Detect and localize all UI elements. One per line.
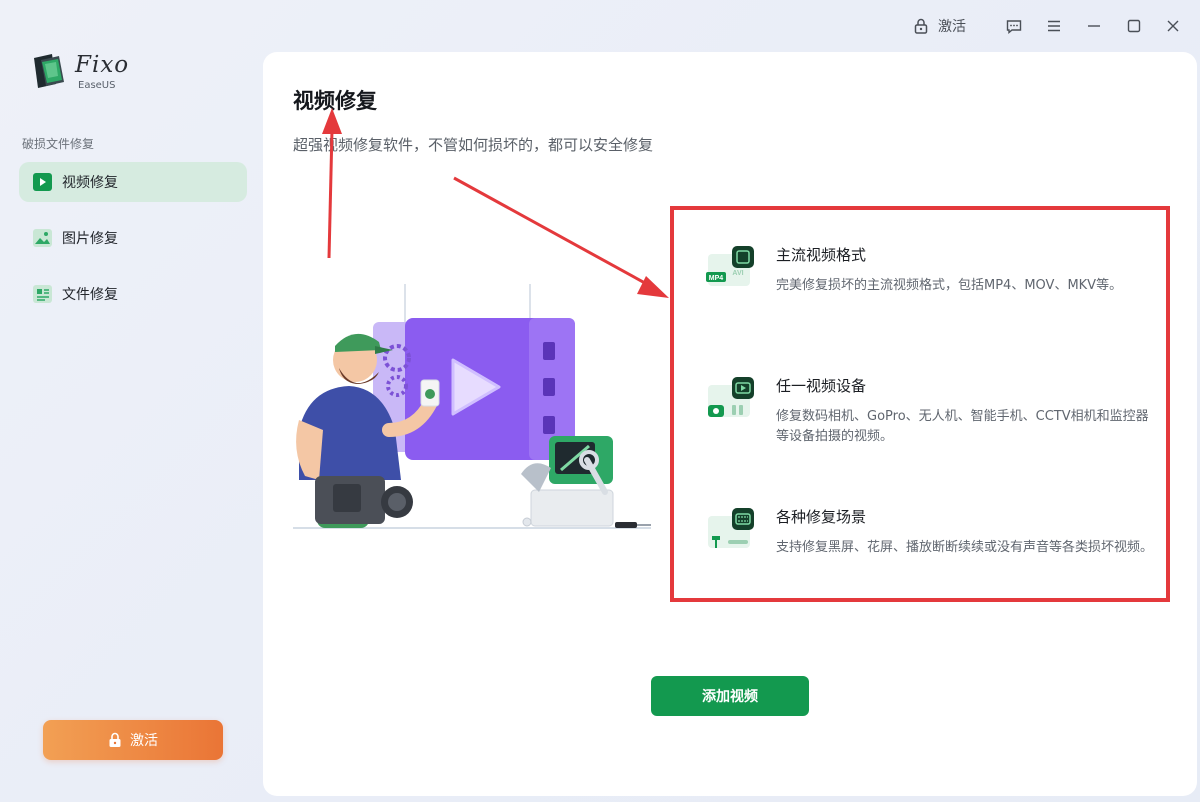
close-button[interactable]	[1161, 14, 1185, 38]
feature-description: 支持修复黑屏、花屏、播放断断续续或没有声音等各类损坏视频。	[776, 540, 1154, 555]
lock-icon	[109, 732, 121, 747]
titlebar-activate-button[interactable]: 激活	[900, 14, 980, 38]
video-repair-illustration	[293, 284, 651, 529]
maximize-icon	[1127, 19, 1141, 33]
title-bar: 激活	[0, 0, 1200, 52]
video-device-icon	[708, 377, 754, 417]
page-subtitle: 超强视频修复软件，不管如何损坏的，都可以安全修复	[293, 136, 654, 154]
add-video-button[interactable]: 添加视频	[651, 676, 809, 716]
svg-text:MP4: MP4	[709, 275, 724, 282]
sidebar-activate-label: 激活	[130, 733, 158, 749]
document-icon	[33, 285, 52, 303]
page-title: 视频修复	[293, 89, 377, 113]
feedback-icon	[1006, 19, 1022, 34]
sidebar-activate-button[interactable]: 激活	[43, 720, 223, 760]
menu-button[interactable]	[1042, 14, 1066, 38]
hamburger-icon	[1048, 20, 1060, 32]
sidebar-item-label: 视频修复	[62, 175, 118, 191]
sidebar-section-label: 破损文件修复	[22, 137, 95, 151]
feature-list: MP4 AVI 主流视频格式 完美修复损坏的主流视频格式，包括MP4、MOV、M…	[670, 206, 1170, 602]
titlebar-activate-label: 激活	[938, 19, 966, 35]
minimize-button[interactable]	[1082, 14, 1106, 38]
video-icon	[33, 173, 52, 191]
fixo-logo-icon	[34, 54, 64, 88]
logo-subtitle: EaseUS	[78, 80, 116, 91]
image-icon	[33, 229, 52, 247]
logo-wordmark: Fixo	[75, 52, 130, 78]
app-logo: Fixo EaseUS	[28, 50, 138, 94]
feedback-button[interactable]	[1002, 14, 1026, 38]
feature-description: 完美修复损坏的主流视频格式，包括MP4、MOV、MKV等。	[776, 278, 1123, 293]
main-panel: 视频修复 超强视频修复软件，不管如何损坏的，都可以安全修复 MP4 AVI 主流…	[263, 52, 1197, 796]
video-format-icon: MP4 AVI	[706, 246, 754, 286]
sidebar-item-video-repair[interactable]: 视频修复	[19, 162, 247, 202]
close-icon	[1167, 20, 1179, 32]
feature-title: 主流视频格式	[776, 246, 867, 264]
minimize-icon	[1088, 25, 1100, 27]
feature-description: 修复数码相机、GoPro、无人机、智能手机、CCTV相机和监控器等设备拍摄的视频…	[776, 409, 1149, 444]
feature-title: 各种修复场景	[776, 508, 867, 526]
lock-icon	[914, 18, 928, 34]
maximize-button[interactable]	[1122, 14, 1146, 38]
sidebar-item-label: 图片修复	[62, 231, 118, 247]
feature-title: 任一视频设备	[776, 377, 867, 395]
repair-scenario-icon	[708, 508, 754, 548]
sidebar-item-file-repair[interactable]: 文件修复	[19, 274, 247, 314]
sidebar-item-label: 文件修复	[62, 287, 118, 303]
svg-text:AVI: AVI	[732, 270, 743, 277]
sidebar-item-photo-repair[interactable]: 图片修复	[19, 218, 247, 258]
